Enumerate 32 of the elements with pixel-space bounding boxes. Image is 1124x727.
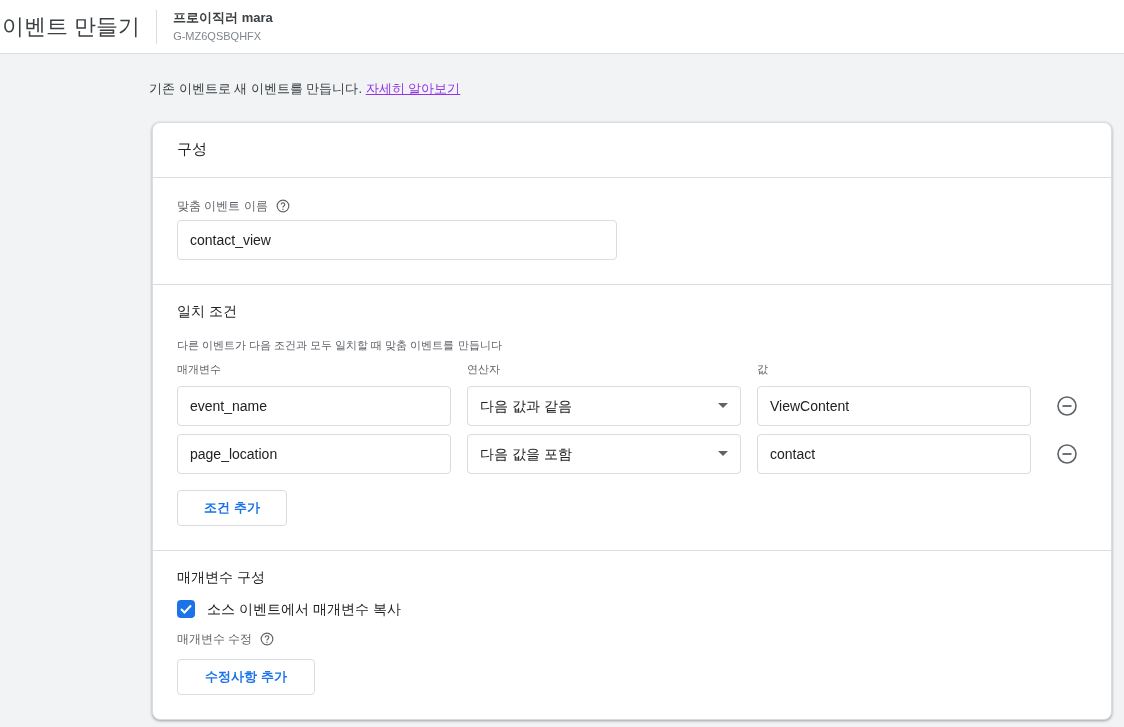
card-title: 구성: [177, 139, 207, 160]
column-header: 연산자: [467, 362, 501, 377]
learn-more-link[interactable]: 자세히 알아보기: [365, 81, 461, 96]
checkmark-icon: [180, 603, 192, 614]
page-title: 이벤트 만들기: [1, 13, 142, 41]
help-icon[interactable]: [260, 631, 275, 646]
custom-name-input[interactable]: contact_view: [177, 219, 617, 260]
property-name: 프로이직러 mara: [173, 9, 273, 26]
field-label: 매개변수 수정: [177, 630, 253, 647]
operator-dropdown[interactable]: 다음 값과 같음: [467, 385, 741, 426]
property-id: G-MZ6QSBQHFX: [173, 28, 263, 44]
column-header: 값: [757, 362, 769, 377]
checkbox[interactable]: [177, 599, 195, 618]
intro-text: 기존 이벤트로 새 이벤트를 만듭니다.: [149, 81, 364, 96]
value-field[interactable]: contact: [757, 433, 1031, 474]
remove-icon[interactable]: [1057, 443, 1077, 464]
section-description: 다른 이벤트가 다음 조건과 모두 일치할 때 맞춤 이벤트를 만듭니다: [177, 337, 503, 353]
operator-dropdown[interactable]: 다음 값을 포함: [467, 433, 741, 474]
remove-icon[interactable]: [1057, 395, 1077, 416]
section-title: 일치 조건: [177, 301, 238, 321]
help-icon[interactable]: [275, 198, 290, 213]
add-condition-button[interactable]: 조건 추가: [177, 489, 287, 526]
value-field[interactable]: ViewContent: [757, 385, 1031, 426]
caret-icon: [718, 403, 728, 408]
caret-icon: [718, 451, 728, 456]
checkbox-label: 소스 이벤트에서 매개변수 복사: [207, 599, 401, 619]
column-header: 매개변수: [177, 362, 222, 377]
parameter-field[interactable]: page_location: [177, 433, 451, 474]
parameter-field[interactable]: event_name: [177, 385, 451, 426]
section-title: 매개변수 구성: [177, 567, 266, 587]
field-label: 맞춤 이벤트 이름: [177, 197, 268, 214]
add-modification-button[interactable]: 수정사항 추가: [177, 658, 315, 695]
